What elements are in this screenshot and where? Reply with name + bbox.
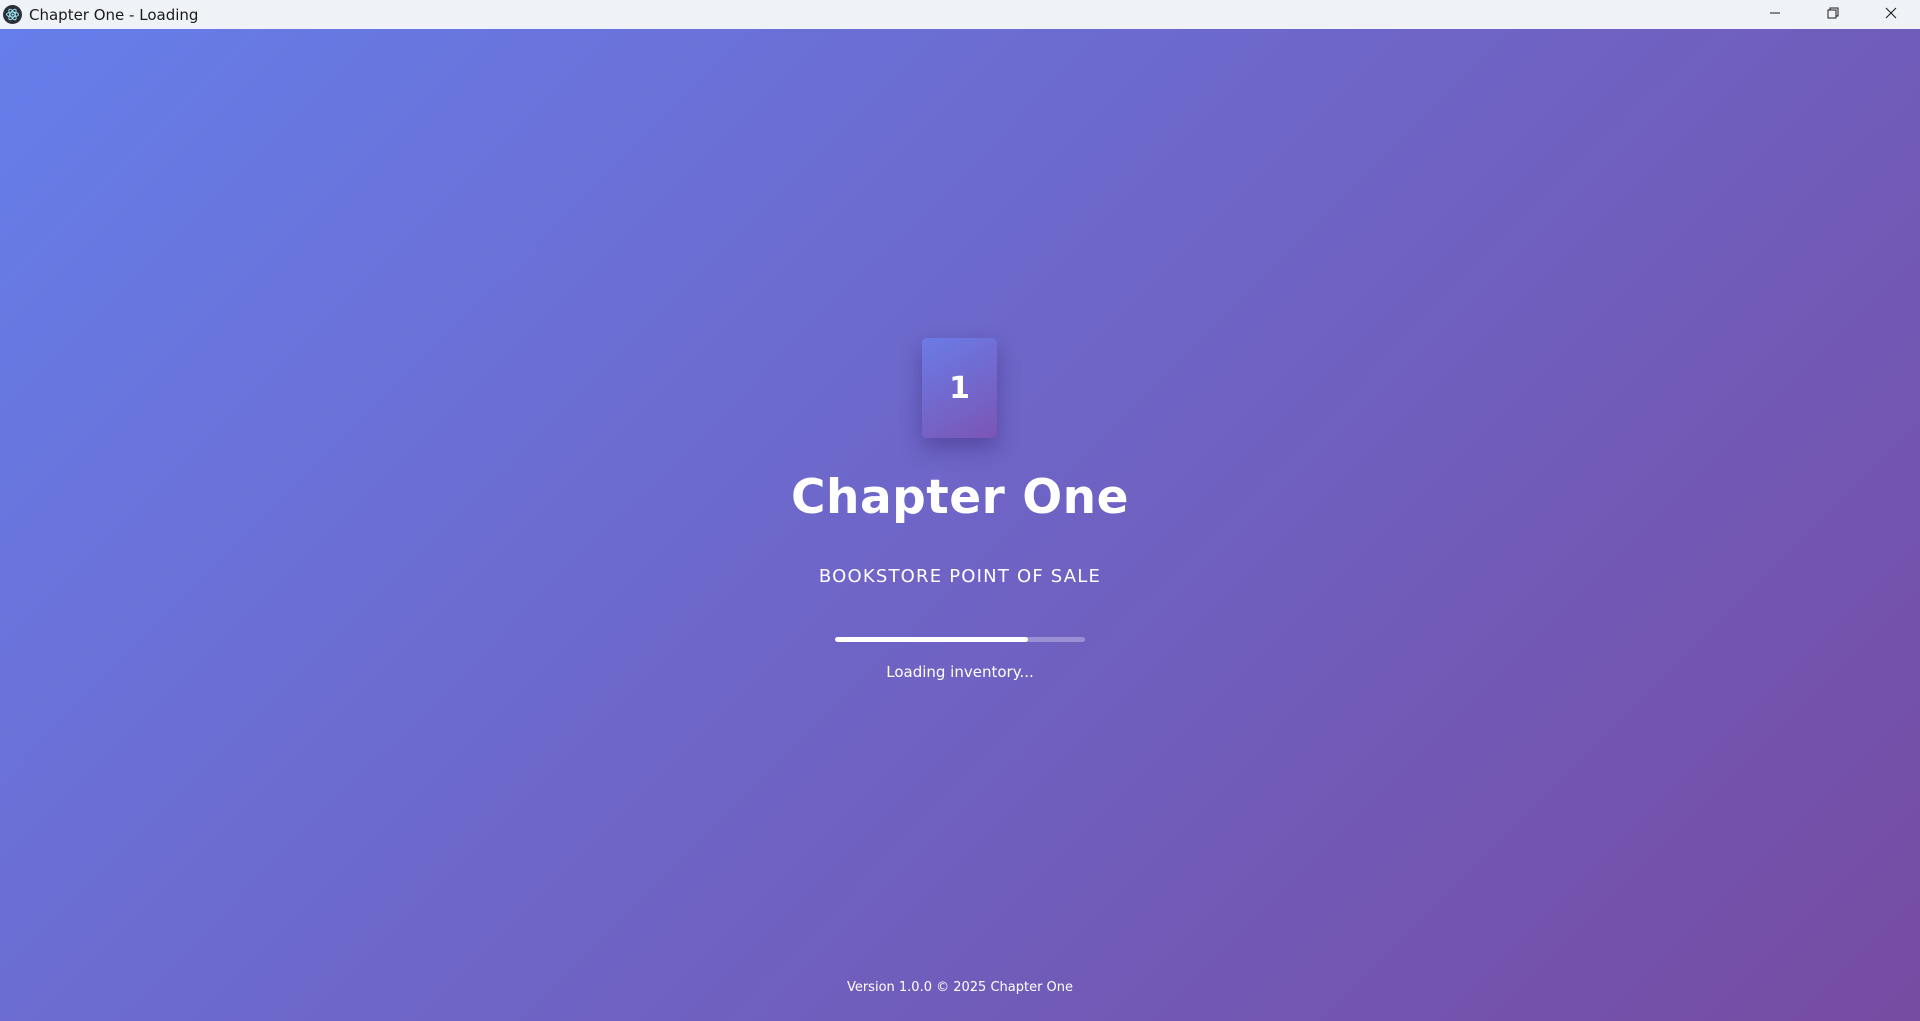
loading-status: Loading inventory... [886,663,1034,681]
close-icon [1885,6,1897,24]
splash-screen [0,29,1920,1021]
window-title: Chapter One - Loading [29,5,199,24]
restore-button[interactable] [1804,0,1862,29]
minimize-button[interactable] [1746,0,1804,29]
electron-atom-icon [3,5,22,24]
loading-progress-bar [835,637,1085,642]
logo-text: 1 [949,370,970,406]
app-subtitle: BOOKSTORE POINT OF SALE [818,566,1102,587]
loading-progress-fill [835,637,1028,642]
app-name: Chapter One [791,470,1129,525]
restore-icon [1827,6,1839,24]
close-button[interactable] [1862,0,1920,29]
window-titlebar[interactable]: Chapter One - Loading [0,0,1920,29]
version-footer: Version 1.0.0 © 2025 Chapter One [846,980,1074,995]
window-controls [1746,0,1920,29]
minimize-icon [1769,6,1781,24]
app-logo: 1 [922,338,997,438]
